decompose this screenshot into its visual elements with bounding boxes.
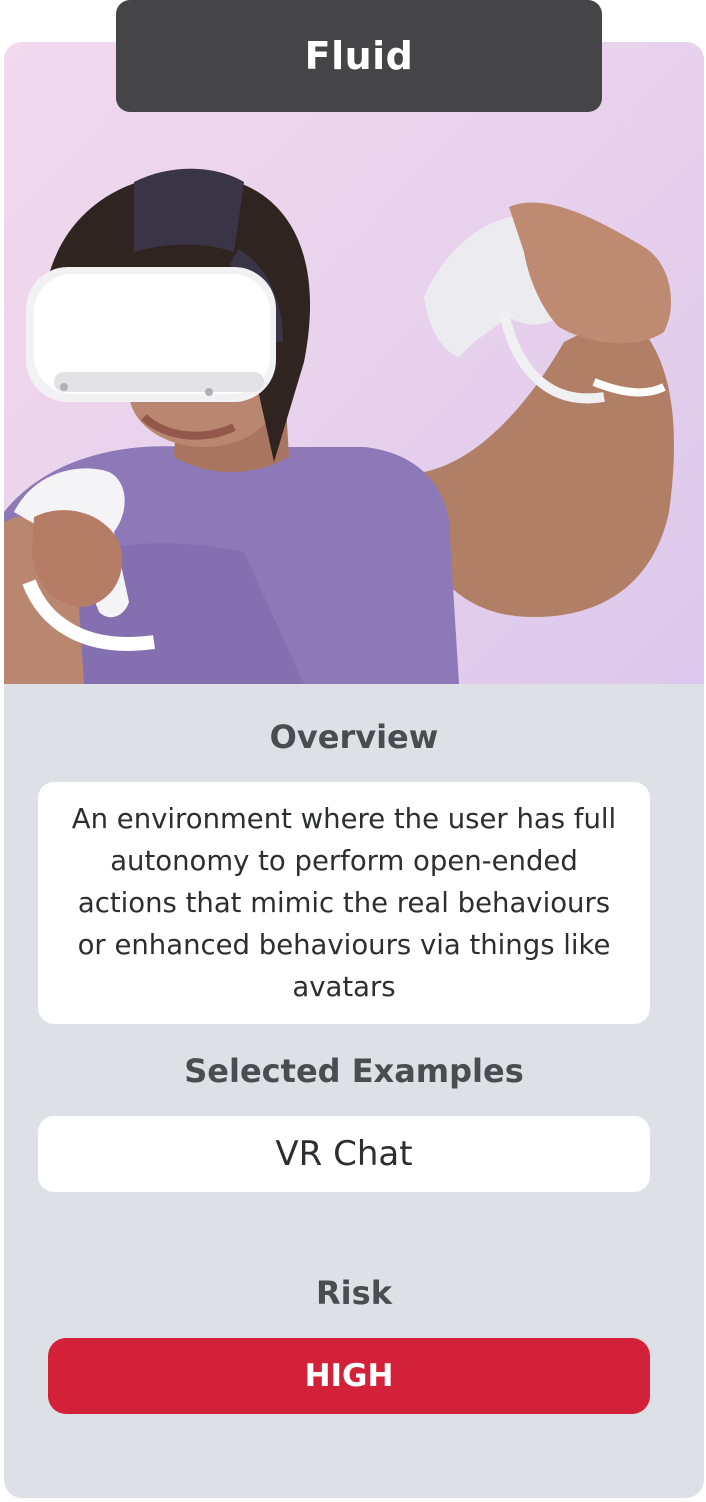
card-title: Fluid: [304, 34, 414, 78]
card-title-tab: Fluid: [116, 0, 602, 112]
category-card: Overview An environment where the user h…: [4, 42, 704, 1498]
hero-image: [4, 42, 704, 684]
examples-heading: Selected Examples: [184, 1052, 524, 1090]
overview-text: An environment where the user has full a…: [71, 803, 617, 1003]
risk-badge: HIGH: [48, 1338, 650, 1414]
risk-level: HIGH: [304, 1358, 394, 1394]
example-item: VR Chat: [38, 1116, 650, 1192]
example-item-label: VR Chat: [275, 1134, 413, 1174]
overview-box: An environment where the user has full a…: [38, 782, 650, 1024]
risk-heading: Risk: [316, 1274, 392, 1312]
overview-heading: Overview: [269, 718, 439, 756]
